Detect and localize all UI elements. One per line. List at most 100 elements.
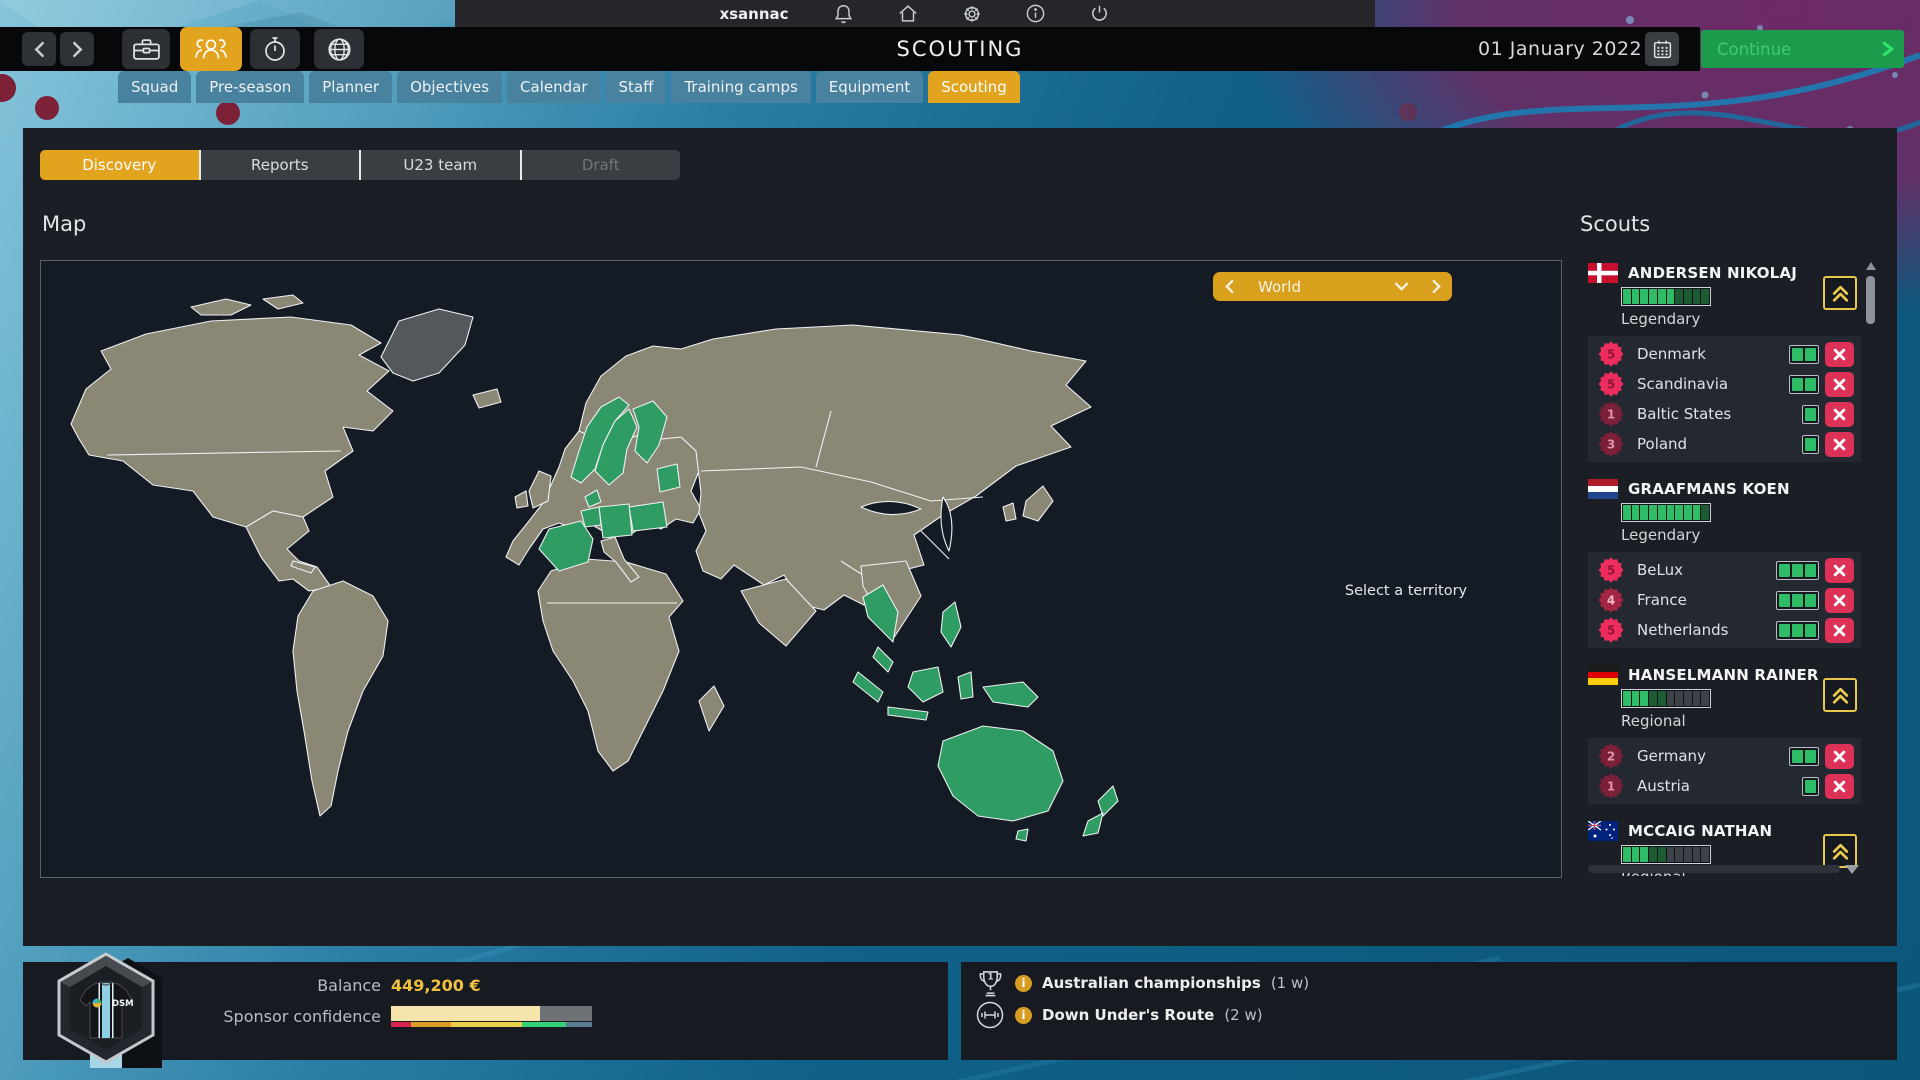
gauge-scale-segment [522, 1022, 566, 1027]
info-badge-icon: i [1015, 975, 1032, 992]
remove-territory-button[interactable] [1825, 744, 1854, 769]
subtab-u23-team[interactable]: U23 team [359, 150, 520, 180]
scout-card: HANSELMANN RAINERRegional2Germany1Austri… [1588, 662, 1861, 804]
territory-name: Scandinavia [1637, 375, 1789, 393]
subtab-reports[interactable]: Reports [199, 150, 360, 180]
forward-button[interactable] [60, 32, 94, 66]
sponsor-confidence-scale [391, 1022, 592, 1027]
territory-level-badge: 2 [1598, 743, 1624, 769]
tab-calendar[interactable]: Calendar [507, 71, 600, 103]
tab-staff[interactable]: Staff [606, 71, 667, 103]
selector-prev-icon[interactable] [1225, 280, 1234, 293]
tab-scouting[interactable]: Scouting [928, 71, 1020, 103]
info-icon[interactable] [1025, 3, 1047, 25]
scouting-intensity-indicator[interactable] [1776, 561, 1819, 580]
finance-panel: DSM Balance 449,200 € Sponsor confidence [23, 962, 948, 1060]
home-icon[interactable] [897, 3, 919, 25]
svg-text:4: 4 [1607, 594, 1615, 608]
gauge-scale-segment [411, 1022, 451, 1027]
tab-training-camps[interactable]: Training camps [671, 71, 810, 103]
calendar-button[interactable] [1645, 32, 1679, 66]
tab-objectives[interactable]: Objectives [397, 71, 502, 103]
close-icon [1833, 750, 1846, 763]
selector-next-icon[interactable] [1432, 280, 1441, 293]
scouting-intensity-indicator[interactable] [1789, 375, 1819, 394]
scout-header[interactable]: ANDERSEN NIKOLAJLegendary [1588, 260, 1861, 330]
remove-territory-button[interactable] [1825, 558, 1854, 583]
remove-territory-button[interactable] [1825, 372, 1854, 397]
scouting-intensity-indicator[interactable] [1802, 777, 1819, 796]
territory-name: Austria [1637, 777, 1802, 795]
scouts-scroll-bar[interactable] [1588, 865, 1840, 873]
event-row[interactable]: 1iAustralian championships(1 w) [975, 968, 1309, 998]
sponsor-confidence-fill [391, 1006, 540, 1021]
scouting-intensity-indicator[interactable] [1789, 345, 1819, 364]
scouting-intensity-indicator[interactable] [1776, 621, 1819, 640]
territory-selector[interactable]: World [1213, 272, 1452, 301]
bell-icon[interactable] [833, 3, 855, 25]
section-briefcase-button[interactable] [122, 29, 170, 69]
gear-icon[interactable] [961, 3, 983, 25]
flag-nl-icon [1588, 479, 1618, 499]
remove-territory-button[interactable] [1825, 774, 1854, 799]
remove-territory-button[interactable] [1825, 432, 1854, 457]
nav-bar: SCOUTING 01 January 2022 [0, 27, 1700, 71]
scout-header[interactable]: GRAAFMANS KOENLegendary [1588, 476, 1861, 546]
scroll-down-icon[interactable] [1845, 865, 1859, 874]
balance-label: Balance [23, 976, 381, 995]
selector-dropdown-icon[interactable] [1395, 282, 1408, 291]
remove-territory-button[interactable] [1825, 588, 1854, 613]
event-row[interactable]: iDown Under's Route(2 w) [975, 1000, 1263, 1030]
subtab-draft[interactable]: Draft [520, 150, 681, 180]
back-button[interactable] [22, 32, 56, 66]
territory-level-badge: 4 [1598, 587, 1624, 613]
remove-territory-button[interactable] [1825, 618, 1854, 643]
subtab-discovery[interactable]: Discovery [40, 150, 199, 180]
world-map-svg[interactable] [41, 261, 1561, 877]
double-chevron-up-icon [1830, 283, 1851, 304]
double-chevron-up-icon [1830, 685, 1851, 706]
event-name: Australian championships [1042, 974, 1261, 992]
svg-text:5: 5 [1607, 564, 1615, 578]
territory-row: 1Baltic States [1588, 399, 1861, 429]
scouting-intensity-indicator[interactable] [1802, 435, 1819, 454]
svg-text:3: 3 [1607, 438, 1615, 452]
gauge-scale-segment [391, 1022, 411, 1027]
scouting-intensity-indicator[interactable] [1802, 405, 1819, 424]
tab-planner[interactable]: Planner [309, 71, 392, 103]
continue-button[interactable]: Continue [1701, 30, 1904, 68]
remove-territory-button[interactable] [1825, 402, 1854, 427]
collapse-scout-button[interactable] [1823, 276, 1857, 310]
gauge-scale-segment [451, 1022, 521, 1027]
svg-text:1: 1 [1607, 408, 1615, 422]
section-globe-button[interactable] [314, 29, 364, 69]
scroll-up-icon[interactable] [1866, 262, 1876, 270]
continue-label: Continue [1717, 40, 1791, 59]
remove-territory-button[interactable] [1825, 342, 1854, 367]
section-stopwatch-button[interactable] [250, 29, 300, 69]
close-icon [1833, 408, 1846, 421]
svg-text:2: 2 [1607, 750, 1615, 764]
territory-row: 3Poland [1588, 429, 1861, 459]
flag-au-icon [1588, 821, 1618, 841]
scrollbar-thumb[interactable] [1866, 276, 1875, 324]
scouts-section-title: Scouts [1580, 212, 1650, 236]
collapse-scout-button[interactable] [1823, 678, 1857, 712]
power-icon[interactable] [1089, 3, 1111, 25]
globe-icon [326, 36, 353, 63]
tab-pre-season[interactable]: Pre-season [196, 71, 304, 103]
scout-header[interactable]: HANSELMANN RAINERRegional [1588, 662, 1861, 732]
section-scouts-group-button[interactable] [180, 27, 242, 71]
scouts-vertical-scrollbar[interactable] [1866, 262, 1876, 874]
scouting-intensity-indicator[interactable] [1776, 591, 1819, 610]
tab-squad[interactable]: Squad [118, 71, 191, 103]
world-map[interactable]: World Select a territory [40, 260, 1562, 878]
race-route-icon [975, 1000, 1005, 1030]
main-tab-bar: SquadPre-seasonPlannerObjectivesCalendar… [118, 71, 1020, 103]
scouting-intensity-indicator[interactable] [1789, 747, 1819, 766]
tab-equipment[interactable]: Equipment [816, 71, 923, 103]
collapse-scout-button[interactable] [1823, 834, 1857, 868]
territory-level-badge: 5 [1598, 617, 1624, 643]
map-hint-text: Select a territory [1291, 583, 1521, 599]
territory-name: Denmark [1637, 345, 1789, 363]
